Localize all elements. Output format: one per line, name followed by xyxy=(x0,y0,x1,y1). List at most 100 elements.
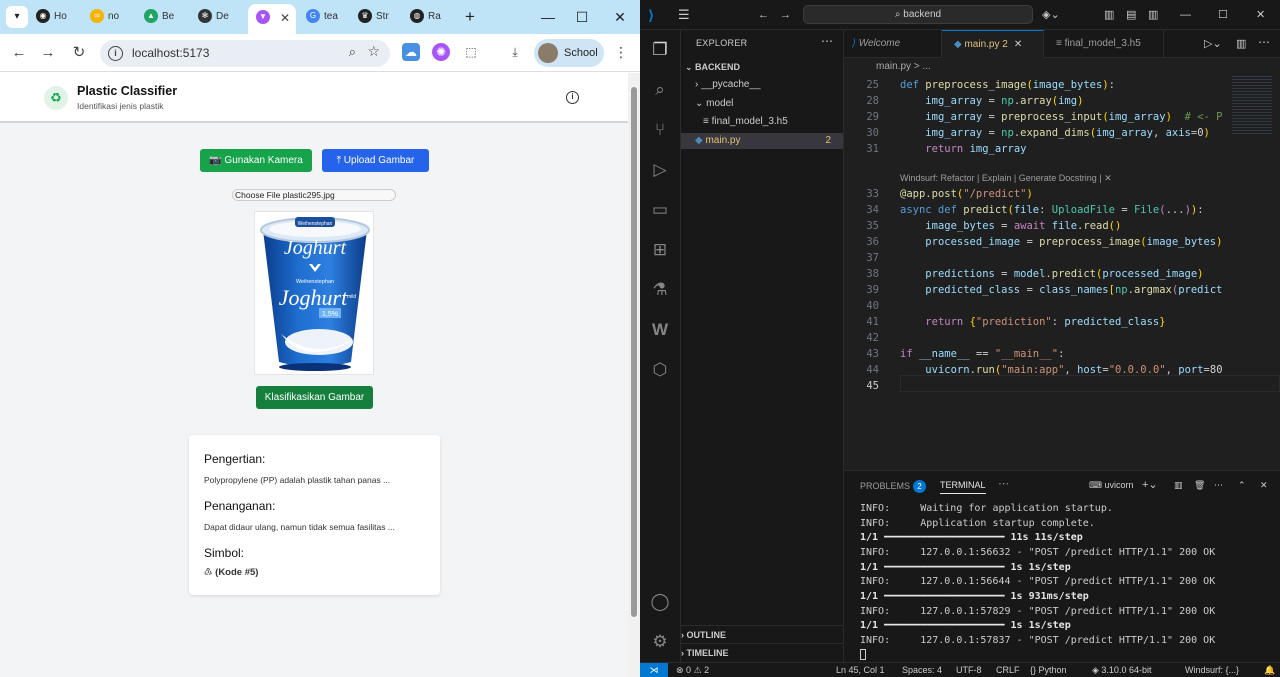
remote-indicator-icon[interactable]: ⋊ xyxy=(640,663,668,677)
folder-pycache[interactable]: › __pycache__ xyxy=(695,77,761,93)
outline-section[interactable]: › OUTLINE xyxy=(681,625,844,643)
folder-backend[interactable]: ⌄ BACKEND xyxy=(681,59,844,75)
account-icon[interactable]: ◯ xyxy=(648,590,672,614)
windsurf-codelens[interactable]: Windsurf: Refactor | Explain | Generate … xyxy=(900,173,1112,184)
new-tab-icon[interactable]: + xyxy=(456,6,484,28)
minimize-icon[interactable]: — xyxy=(534,6,562,28)
toggle-panel-icon[interactable]: ▤ xyxy=(1126,7,1136,23)
close-tab-icon[interactable]: ✕ xyxy=(280,4,290,32)
extension-ai-icon[interactable]: ✺ xyxy=(432,43,450,61)
problems-status[interactable]: ⊗ 0 ⚠ 2 xyxy=(676,663,709,677)
page-scrollbar[interactable] xyxy=(628,73,640,677)
notifications-icon[interactable]: 🔔 xyxy=(1264,663,1275,677)
kebab-menu-icon[interactable]: ⋮ xyxy=(612,43,630,61)
terminal-selector[interactable]: ⌨ uvicorn xyxy=(1089,480,1134,491)
tab-6[interactable]: Gtea xyxy=(306,5,350,29)
close-panel-icon[interactable]: ✕ xyxy=(1260,480,1268,491)
zoom-icon[interactable]: ⌕ xyxy=(349,44,356,60)
tab-model-h5[interactable]: ≡ final_model_3.h5 xyxy=(1044,30,1164,58)
language-mode[interactable]: {} Python xyxy=(1030,663,1067,677)
bookmark-star-icon[interactable]: ☆ xyxy=(367,43,380,60)
maximize-icon[interactable]: ☐ xyxy=(1218,7,1228,23)
tab-2[interactable]: ∞ no xyxy=(90,5,134,29)
minimap[interactable] xyxy=(1232,76,1272,136)
file-model-h5[interactable]: ≡ final_model_3.h5 xyxy=(703,114,788,130)
code-line[interactable]: return img_array xyxy=(900,141,1026,157)
split-editor-icon[interactable]: ▥ xyxy=(1236,37,1246,50)
manage-gear-icon[interactable]: ⚙ xyxy=(648,630,672,654)
nav-back-icon[interactable]: ← xyxy=(758,7,769,23)
tab-8[interactable]: ◍ Ra xyxy=(410,5,454,29)
back-icon[interactable]: ← xyxy=(8,43,30,63)
containers-icon[interactable]: ⬡ xyxy=(648,358,672,382)
toggle-secondary-icon[interactable]: ▥ xyxy=(1148,7,1158,23)
code-line[interactable]: processed_image = preprocess_image(image… xyxy=(900,234,1222,250)
more-actions-icon[interactable]: ⋯ xyxy=(1258,35,1270,49)
cursor-position[interactable]: Ln 45, Col 1 xyxy=(836,663,885,677)
testing-icon[interactable]: ⚗ xyxy=(648,278,672,302)
code-line[interactable]: def preprocess_image(image_bytes): xyxy=(900,77,1115,93)
code-line[interactable]: predicted_class = class_names[np.argmax(… xyxy=(900,282,1222,298)
breadcrumb[interactable]: main.py > ... xyxy=(876,61,931,72)
encoding[interactable]: UTF-8 xyxy=(956,663,982,677)
site-info-icon[interactable]: i xyxy=(108,46,123,61)
new-terminal-icon[interactable]: +⌄ xyxy=(1142,478,1158,491)
remote-explorer-icon[interactable]: ▭ xyxy=(648,198,672,222)
reload-icon[interactable]: ↻ xyxy=(68,43,90,63)
folder-model[interactable]: ⌄ model xyxy=(695,96,733,112)
file-input[interactable]: Choose File plastic295.jpg xyxy=(232,189,396,201)
extensions-icon[interactable]: ⊞ xyxy=(648,238,672,262)
tab-5-active[interactable]: ▼ ✕ xyxy=(248,4,296,34)
code-line[interactable]: predictions = model.predict(processed_im… xyxy=(900,266,1203,282)
search-icon[interactable]: ⌕ xyxy=(648,78,672,102)
menu-icon[interactable]: ☰ xyxy=(678,7,690,23)
python-interpreter[interactable]: ◈ 3.10.0 64-bit xyxy=(1092,663,1151,677)
code-line[interactable]: img_array = preprocess_input(img_array) … xyxy=(900,109,1222,125)
problems-tab[interactable]: PROBLEMS 2 xyxy=(860,480,927,493)
code-line[interactable]: return {"prediction": predicted_class} xyxy=(900,314,1165,330)
profile-button[interactable]: School xyxy=(534,39,604,67)
nav-forward-icon[interactable]: → xyxy=(780,7,791,23)
maximize-icon[interactable]: ☐ xyxy=(568,6,596,28)
split-terminal-icon[interactable]: ▥ xyxy=(1174,480,1183,491)
tab-3[interactable]: ▲ Be xyxy=(144,5,188,29)
run-file-icon[interactable]: ▷⌄ xyxy=(1204,37,1222,50)
source-control-icon[interactable]: ⑂ xyxy=(648,118,672,142)
minimize-icon[interactable]: — xyxy=(1180,7,1191,23)
command-center-search[interactable]: ⌕ backend xyxy=(803,5,1033,24)
windsurf-icon[interactable]: W xyxy=(648,318,672,342)
code-line[interactable]: img_array = np.array(img) xyxy=(900,93,1083,109)
explorer-icon[interactable]: ❐ xyxy=(648,38,672,62)
code-line[interactable]: image_bytes = await file.read() xyxy=(900,218,1121,234)
code-line[interactable]: img_array = np.expand_dims(img_array, ax… xyxy=(900,125,1210,141)
code-line[interactable]: @app.post("/predict") xyxy=(900,186,1033,202)
maximize-panel-icon[interactable]: ⌃ xyxy=(1238,480,1246,491)
code-line[interactable]: if __name__ == "__main__": xyxy=(900,346,1064,362)
tab-7[interactable]: ♛ Str xyxy=(358,5,402,29)
terminal-tab[interactable]: TERMINAL xyxy=(940,480,986,494)
upload-image-button[interactable]: ⤒ Upload Gambar xyxy=(322,149,429,172)
copilot-icon[interactable]: ◈⌄ xyxy=(1042,7,1060,23)
forward-icon[interactable]: → xyxy=(37,43,59,63)
address-bar[interactable]: i localhost:5173 ⌕ ☆ xyxy=(100,40,390,67)
toggle-sidebar-icon[interactable]: ▥ xyxy=(1104,7,1114,23)
tab-search-button[interactable]: ▾ xyxy=(6,6,28,28)
indentation[interactable]: Spaces: 4 xyxy=(902,663,942,677)
url-text[interactable]: localhost:5173 xyxy=(132,40,209,67)
more-actions-icon[interactable]: ⋯ xyxy=(1214,480,1223,491)
kill-terminal-icon[interactable]: 🗑 xyxy=(1194,480,1205,491)
extension-cloud-icon[interactable]: ☁ xyxy=(402,43,420,61)
scrollbar-thumb[interactable] xyxy=(631,87,637,617)
extensions-puzzle-icon[interactable]: ⬚ xyxy=(462,43,480,61)
more-panels-icon[interactable]: ⋯ xyxy=(998,477,1009,490)
tab-welcome[interactable]: ⟩ Welcome xyxy=(844,30,942,58)
more-actions-icon[interactable]: ⋯ xyxy=(821,34,833,48)
code-line[interactable]: async def predict(file: UploadFile = Fil… xyxy=(900,202,1204,218)
line-ending[interactable]: CRLF xyxy=(996,663,1020,677)
use-camera-button[interactable]: 📷 Gunakan Kamera xyxy=(200,149,312,172)
close-window-icon[interactable]: ✕ xyxy=(606,6,634,28)
tab-4[interactable]: ✻ De xyxy=(198,5,242,29)
windsurf-status[interactable]: Windsurf: {...} xyxy=(1185,663,1239,677)
run-debug-icon[interactable]: ▷ xyxy=(648,158,672,182)
classify-button[interactable]: Klasifikasikan Gambar xyxy=(256,386,373,409)
